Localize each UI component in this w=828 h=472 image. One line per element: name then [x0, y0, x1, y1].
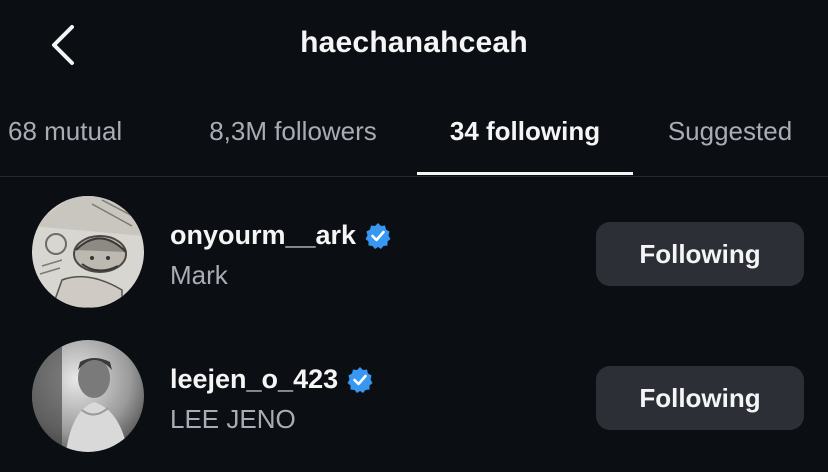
list-item[interactable]: leejen_o_423 LEE JENO Following	[0, 324, 828, 468]
username[interactable]: onyourm__ark	[170, 220, 392, 251]
username-text: leejen_o_423	[170, 364, 339, 394]
username[interactable]: leejen_o_423	[170, 364, 374, 395]
page-title: haechanahceah	[300, 26, 528, 59]
tab-followers[interactable]: 8,3M followers	[190, 116, 396, 176]
full-name: Mark	[170, 260, 228, 290]
tab-suggested[interactable]: Suggested	[650, 116, 810, 176]
username-text: onyourm__ark	[170, 220, 357, 250]
verified-badge-icon	[364, 222, 392, 250]
header: haechanahceah	[0, 0, 828, 92]
sketch-avatar-image	[32, 196, 144, 308]
portrait-avatar-image	[32, 340, 144, 452]
avatar[interactable]	[32, 340, 144, 452]
avatar[interactable]	[32, 196, 144, 308]
verified-badge-icon	[346, 366, 374, 394]
tab-bar: 68 mutual 8,3M followers 34 following Su…	[0, 96, 828, 177]
list-item[interactable]: onyourm__ark Mark Following	[0, 180, 828, 324]
active-tab-indicator	[417, 172, 633, 175]
full-name: LEE JENO	[170, 404, 296, 434]
following-button[interactable]: Following	[596, 366, 804, 430]
tab-mutual[interactable]: 68 mutual	[8, 116, 144, 176]
following-list-screen: haechanahceah 68 mutual 8,3M followers 3…	[0, 0, 828, 472]
tab-following[interactable]: 34 following	[417, 116, 633, 176]
following-button[interactable]: Following	[596, 222, 804, 286]
